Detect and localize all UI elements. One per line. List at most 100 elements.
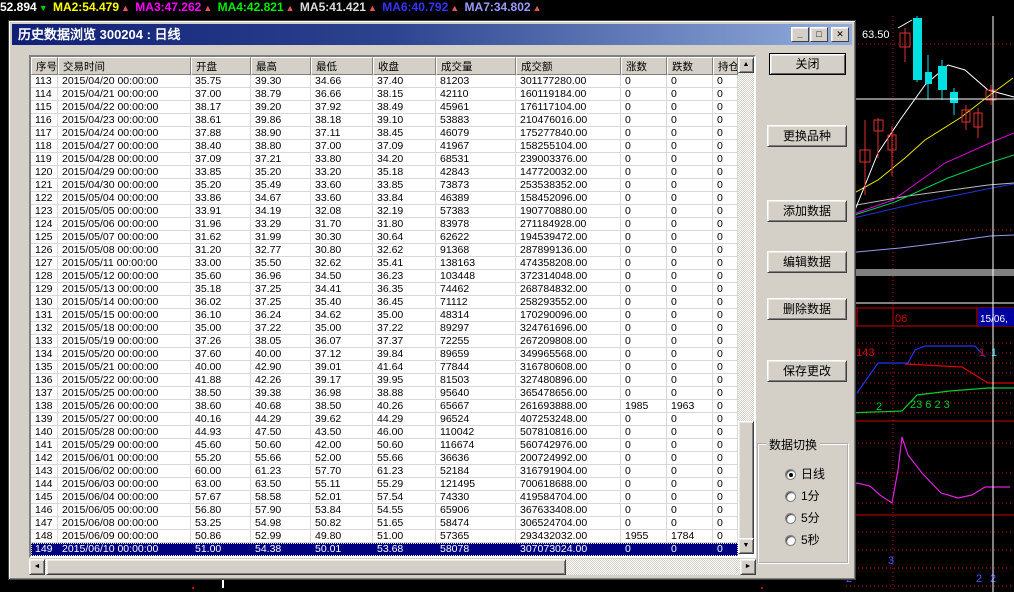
table-cell: 57.70 <box>311 465 373 478</box>
table-cell: 176117104.00 <box>516 101 621 114</box>
radio-1min[interactable]: 1分 <box>785 490 820 504</box>
change-symbol-button[interactable]: 更换品种 <box>767 125 847 147</box>
table-cell: 52.00 <box>311 452 373 465</box>
radio-5min[interactable]: 5分 <box>785 512 820 526</box>
table-cell: 65667 <box>436 400 516 413</box>
column-header[interactable]: 收盘 <box>373 57 436 75</box>
close-button[interactable]: 关闭 <box>769 53 846 75</box>
table-row[interactable]: 118 2015/04/27 00:00:00 38.40 38.80 37.00 37.… <box>31 140 738 153</box>
horizontal-scroll-thumb[interactable] <box>46 559 566 575</box>
table-cell: 32.08 <box>311 205 373 218</box>
table-row[interactable]: 148 2015/06/09 00:00:00 50.86 52.99 49.80 51.… <box>31 530 738 543</box>
table-cell: 2015/04/28 00:00:00 <box>58 153 191 166</box>
table-row[interactable]: 137 2015/05/25 00:00:00 38.50 39.38 36.98 38.… <box>31 387 738 400</box>
table-row[interactable]: 125 2015/05/07 00:00:00 31.62 31.99 30.30 30.… <box>31 231 738 244</box>
table-cell: 44.29 <box>373 413 436 426</box>
table-cell: 124 <box>31 218 58 231</box>
table-row[interactable]: 114 2015/04/21 00:00:00 37.00 38.79 36.66 38.… <box>31 88 738 101</box>
bottom-axis-dot <box>761 587 763 589</box>
table-cell: 0 <box>667 140 713 153</box>
radio-5sec[interactable]: 5秒 <box>785 534 820 548</box>
column-header[interactable]: 跌数 <box>667 57 713 75</box>
vertical-scrollbar[interactable]: ▲ ▼ <box>738 57 754 554</box>
table-row[interactable]: 145 2015/06/04 00:00:00 57.67 58.58 52.01 57.… <box>31 491 738 504</box>
table-row[interactable]: 120 2015/04/29 00:00:00 33.85 35.20 33.20 35.… <box>31 166 738 179</box>
table-row[interactable]: 133 2015/05/19 00:00:00 37.26 38.05 36.07 37.… <box>31 335 738 348</box>
column-header[interactable]: 成交量 <box>436 57 516 75</box>
table-cell: 2015/06/10 00:00:00 <box>58 543 191 556</box>
table-row[interactable]: 134 2015/05/20 00:00:00 37.60 40.00 37.12 39.… <box>31 348 738 361</box>
table-row[interactable]: 113 2015/04/20 00:00:00 35.75 39.30 34.66 37.… <box>31 75 738 88</box>
table-row[interactable]: 122 2015/05/04 00:00:00 33.86 34.67 33.60 33.… <box>31 192 738 205</box>
table-cell: 0 <box>621 361 667 374</box>
table-row[interactable]: 141 2015/05/29 00:00:00 45.60 50.60 42.00 50.… <box>31 439 738 452</box>
table-cell: 37.00 <box>311 140 373 153</box>
table-row[interactable]: 123 2015/05/05 00:00:00 33.91 34.19 32.08 32.… <box>31 205 738 218</box>
table-row[interactable]: 128 2015/05/12 00:00:00 35.60 36.96 34.50 36.… <box>31 270 738 283</box>
table-cell: 0 <box>667 101 713 114</box>
table-row[interactable]: 117 2015/04/24 00:00:00 37.88 38.90 37.11 38.… <box>31 127 738 140</box>
table-row[interactable]: 115 2015/04/22 00:00:00 38.17 39.20 37.92 38.… <box>31 101 738 114</box>
table-cell: 110042 <box>436 426 516 439</box>
table-row[interactable]: 126 2015/05/08 00:00:00 31.20 32.77 30.80 32.… <box>31 244 738 257</box>
table-cell: 77844 <box>436 361 516 374</box>
column-header[interactable]: 最低 <box>311 57 373 75</box>
close-window-button[interactable]: ✕ <box>831 27 849 42</box>
table-cell: 96524 <box>436 413 516 426</box>
table-cell: 239003376.00 <box>516 153 621 166</box>
table-row[interactable]: 140 2015/05/28 00:00:00 44.93 47.50 43.50 46.… <box>31 426 738 439</box>
table-cell: 46.00 <box>373 426 436 439</box>
column-header[interactable]: 涨数 <box>621 57 667 75</box>
scroll-down-button[interactable]: ▼ <box>738 538 754 554</box>
vertical-scroll-thumb[interactable] <box>738 421 754 540</box>
up-arrow-icon: ▲ <box>367 3 377 13</box>
table-row[interactable]: 124 2015/05/06 00:00:00 31.96 33.29 31.70 31.… <box>31 218 738 231</box>
minimize-button[interactable]: _ <box>791 27 809 42</box>
column-header[interactable]: 开盘 <box>191 57 251 75</box>
table-row[interactable]: 142 2015/06/01 00:00:00 55.20 55.66 52.00 55.… <box>31 452 738 465</box>
table-row[interactable]: 143 2015/06/02 00:00:00 60.00 61.23 57.70 61.… <box>31 465 738 478</box>
table-row[interactable]: 146 2015/06/05 00:00:00 56.80 57.90 53.84 54.… <box>31 504 738 517</box>
table-row[interactable]: 121 2015/04/30 00:00:00 35.20 35.49 33.60 33.… <box>31 179 738 192</box>
table-row[interactable]: 135 2015/05/21 00:00:00 40.00 42.90 39.01 41.… <box>31 361 738 374</box>
table-row[interactable]: 138 2015/05/26 00:00:00 38.60 40.68 38.50 40.… <box>31 400 738 413</box>
table-cell: 0 <box>713 257 738 270</box>
table-cell: 0 <box>713 153 738 166</box>
table-row[interactable]: 131 2015/05/15 00:00:00 36.10 36.24 34.62 35.… <box>31 309 738 322</box>
horizontal-scrollbar[interactable]: ◄ ► <box>29 559 756 575</box>
table-row[interactable]: 119 2015/04/28 00:00:00 37.09 37.21 33.80 34.… <box>31 153 738 166</box>
column-header[interactable]: 交易时间 <box>58 57 191 75</box>
table-cell: 0 <box>667 75 713 88</box>
save-changes-button[interactable]: 保存更改 <box>767 360 847 382</box>
table-row[interactable]: 116 2015/04/23 00:00:00 38.61 39.86 38.18 39.… <box>31 114 738 127</box>
column-header[interactable]: 最高 <box>251 57 311 75</box>
scroll-left-button[interactable]: ◄ <box>29 559 45 575</box>
table-cell: 33.60 <box>311 179 373 192</box>
table-row[interactable]: 132 2015/05/18 00:00:00 35.00 37.22 35.00 37.… <box>31 322 738 335</box>
table-row[interactable]: 136 2015/05/22 00:00:00 41.88 42.26 39.17 39.… <box>31 374 738 387</box>
table-row[interactable]: 130 2015/05/14 00:00:00 36.02 37.25 35.40 36.… <box>31 296 738 309</box>
column-header[interactable]: 序号 <box>31 57 58 75</box>
table-row[interactable]: 144 2015/06/03 00:00:00 63.00 63.50 55.11 55.… <box>31 478 738 491</box>
table-row[interactable]: 149 2015/06/10 00:00:00 51.00 54.38 50.01 53.… <box>31 543 738 556</box>
table-row[interactable]: 147 2015/06/08 00:00:00 53.25 54.98 50.82 51.… <box>31 517 738 530</box>
table-row[interactable]: 129 2015/05/13 00:00:00 35.18 37.25 34.41 36.… <box>31 283 738 296</box>
column-header[interactable]: 成交额 <box>516 57 621 75</box>
edit-data-button[interactable]: 编辑数据 <box>767 251 847 273</box>
column-header[interactable]: 持仓 <box>713 57 738 75</box>
table-cell: 116 <box>31 114 58 127</box>
scroll-up-button[interactable]: ▲ <box>738 57 754 73</box>
dialog-titlebar[interactable]: 历史数据浏览 300204 : 日线 _ □ ✕ <box>12 24 852 45</box>
data-switch-title: 数据切换 <box>766 436 821 453</box>
table-cell: 32.77 <box>251 244 311 257</box>
radio-daily[interactable]: 日线 <box>785 468 825 482</box>
scroll-right-button[interactable]: ► <box>740 559 756 575</box>
add-data-button[interactable]: 添加数据 <box>767 200 847 222</box>
table-cell: 0 <box>621 426 667 439</box>
table-cell: 38.50 <box>191 387 251 400</box>
maximize-button[interactable]: □ <box>810 27 828 42</box>
delete-data-button[interactable]: 删除数据 <box>767 298 847 320</box>
table-cell: 132 <box>31 322 58 335</box>
table-row[interactable]: 127 2015/05/11 00:00:00 33.00 35.50 32.62 35.… <box>31 257 738 270</box>
table-row[interactable]: 139 2015/05/27 00:00:00 40.16 44.29 39.62 44.… <box>31 413 738 426</box>
